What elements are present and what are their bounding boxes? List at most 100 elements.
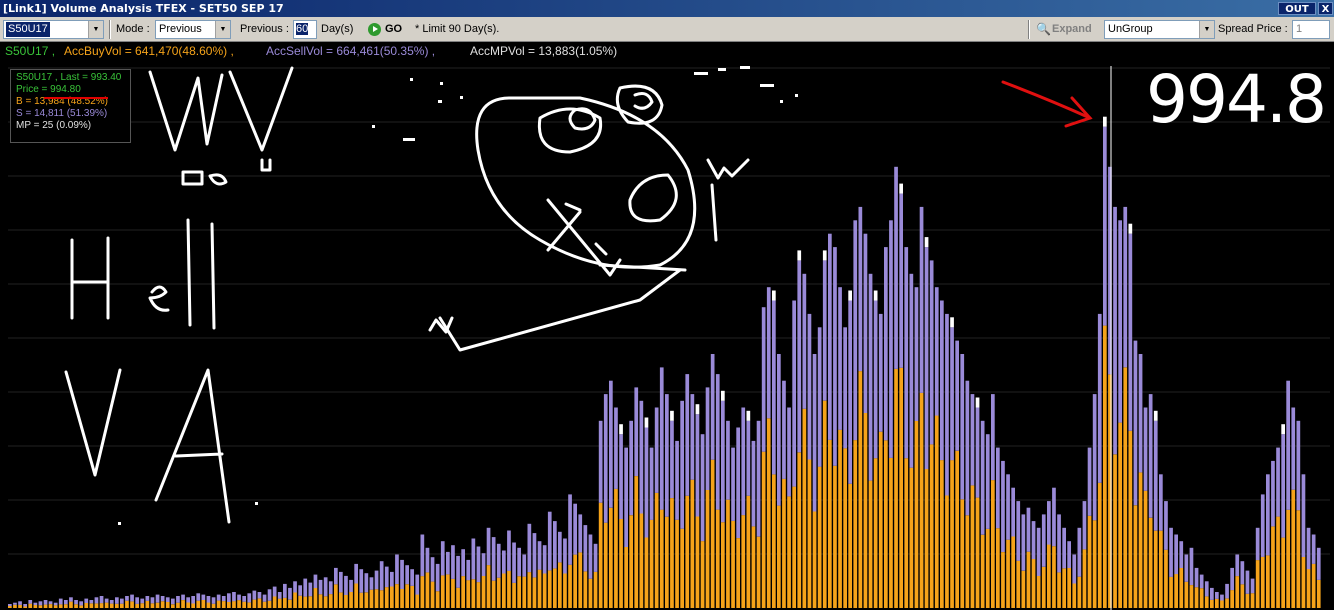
sell-volume-bar (1052, 487, 1056, 547)
sell-volume-bar (1128, 233, 1133, 431)
buy-volume-bar (1153, 530, 1158, 608)
buy-volume-bar (843, 448, 847, 608)
sell-volume-bar (833, 247, 837, 466)
sell-volume-bar (614, 407, 618, 489)
group-value: UnGroup (1108, 23, 1153, 35)
buy-volume-bar (553, 568, 557, 608)
buy-volume-bar (74, 604, 78, 608)
buy-volume-bar (1057, 572, 1061, 608)
sell-volume-bar (216, 594, 221, 601)
chevron-down-icon[interactable]: ▼ (1199, 21, 1214, 38)
go-label: GO (385, 23, 403, 35)
volume-profile-chart[interactable] (0, 60, 1334, 610)
sell-volume-bar (379, 561, 384, 591)
buy-volume-bar (451, 578, 455, 608)
previous-days-input[interactable]: 60 (293, 20, 317, 39)
sell-volume-bar (150, 597, 155, 604)
sell-volume-bar (547, 511, 552, 571)
mp-volume-bar (873, 290, 878, 301)
sell-volume-bar (420, 534, 425, 577)
sell-volume-bar (1148, 394, 1153, 518)
sell-volume-bar (1133, 340, 1138, 506)
mode-select[interactable]: Previous ▼ (155, 20, 231, 39)
buy-volume-bar (476, 582, 481, 608)
buy-volume-bar (828, 439, 832, 608)
buy-volume-bar (288, 599, 292, 608)
buy-volume-bar (313, 588, 318, 608)
mp-volume-bar (848, 290, 852, 301)
chevron-down-icon[interactable]: ▼ (88, 21, 103, 38)
sell-volume-bar (894, 166, 898, 369)
buy-volume-bar (293, 592, 297, 608)
sell-volume-bar (1194, 567, 1199, 588)
close-button[interactable]: X (1318, 2, 1333, 15)
sell-volume-bar (858, 206, 863, 372)
buy-volume-bar (884, 440, 888, 608)
buy-volume-bar (252, 599, 257, 608)
sell-volume-bar (486, 527, 491, 566)
buy-volume-bar (985, 529, 990, 608)
expand-button[interactable]: 🔍 Expand (1030, 19, 1100, 40)
buy-volume-bar (715, 509, 720, 608)
buy-volume-bar (1311, 563, 1316, 608)
buy-volume-bar (420, 576, 425, 608)
sell-volume-bar (171, 598, 175, 605)
limit-note: * Limit 90 Day(s). (415, 23, 500, 35)
buy-volume-bar (8, 606, 12, 608)
buy-volume-bar (1271, 526, 1275, 608)
buy-volume-bar (940, 460, 944, 608)
buy-volume-bar (761, 451, 766, 608)
sell-volume-bar (369, 577, 374, 590)
symbol-value: S50U17 (6, 22, 50, 37)
out-button[interactable]: OUT (1278, 2, 1316, 15)
sell-volume-bar (1204, 581, 1209, 597)
mp-volume-bar (746, 410, 751, 421)
summary-bar: S50U17 , AccBuyVol = 641,470(48.60%) , A… (0, 42, 1334, 60)
sell-volume-bar (1215, 592, 1219, 599)
buy-volume-bar (945, 495, 949, 608)
buy-volume-bar (1138, 472, 1143, 608)
buy-volume-bar (710, 459, 715, 608)
symbol-select[interactable]: S50U17 ▼ (3, 20, 104, 39)
buy-volume-bar (145, 600, 150, 608)
buy-volume-bar (766, 418, 771, 608)
group-select[interactable]: UnGroup ▼ (1104, 20, 1215, 39)
go-button[interactable]: GO (364, 19, 406, 40)
sell-volume-bar (1047, 501, 1051, 545)
buy-volume-bar (201, 600, 206, 608)
buy-volume-bar (28, 603, 33, 608)
buy-volume-bar (48, 604, 53, 608)
buy-volume-bar (23, 606, 27, 608)
buy-volume-bar (1189, 585, 1194, 608)
spread-price-input[interactable]: 1 (1292, 20, 1330, 39)
buy-volume-bar (115, 603, 119, 608)
buy-volume-bar (756, 536, 761, 608)
sell-volume-bar (1041, 514, 1046, 567)
buy-volume-bar (1133, 505, 1138, 608)
buy-volume-bar (904, 458, 909, 608)
buy-volume-bar (1245, 593, 1250, 608)
buy-volume-bar (705, 490, 710, 608)
sell-volume-bar (211, 597, 216, 604)
buy-volume-bar (1128, 430, 1133, 608)
sell-volume-bar (598, 420, 603, 503)
sell-volume-bar (685, 374, 690, 496)
sell-volume-bar (446, 551, 450, 575)
buy-volume-bar (1179, 568, 1184, 608)
sell-volume-bar (573, 503, 577, 555)
buy-volume-bar (471, 579, 476, 608)
sell-volume-bar (466, 559, 471, 581)
price-info-box: S50U17 , Last = 993.40 Price = 994.80 B … (10, 69, 131, 143)
buy-volume-bar (634, 476, 639, 608)
sell-volume-bar (899, 193, 903, 368)
buy-volume-bar (1204, 596, 1209, 608)
sell-volume-bar (196, 593, 201, 601)
sell-volume-bar (257, 592, 262, 599)
sell-volume-bar (924, 247, 929, 470)
sell-volume-bar (797, 260, 802, 453)
chevron-down-icon[interactable]: ▼ (215, 21, 230, 38)
sell-volume-bar (89, 600, 94, 604)
buy-volume-bar (593, 571, 598, 608)
sell-volume-bar (1291, 407, 1296, 490)
sell-volume-bar (843, 327, 847, 449)
